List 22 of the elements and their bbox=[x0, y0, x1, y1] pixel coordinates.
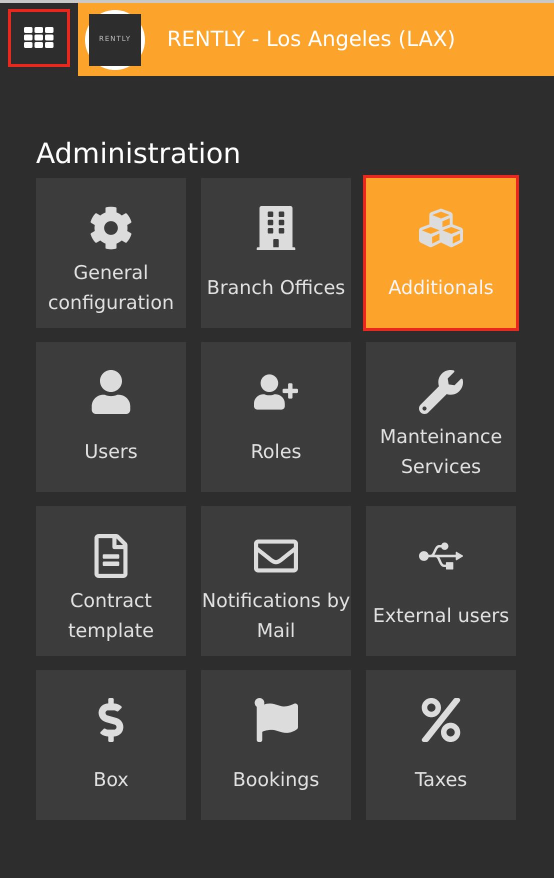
admin-tile[interactable]: Notifications by Mail bbox=[201, 506, 351, 656]
admin-tile[interactable]: General configuration bbox=[36, 178, 186, 328]
admin-tile[interactable]: Box bbox=[36, 670, 186, 820]
user-icon bbox=[89, 370, 133, 414]
section-title: Administration bbox=[36, 138, 241, 170]
admin-tile[interactable]: Branch Offices bbox=[201, 178, 351, 328]
admin-tile[interactable]: Taxes bbox=[366, 670, 516, 820]
menu-button[interactable] bbox=[8, 8, 70, 66]
admin-tile[interactable]: External users bbox=[366, 506, 516, 656]
wrench-icon bbox=[419, 370, 463, 414]
grid-icon bbox=[24, 26, 54, 48]
admin-tile[interactable]: Contract template bbox=[36, 506, 186, 656]
admin-tile[interactable]: Bookings bbox=[201, 670, 351, 820]
gear-icon bbox=[89, 206, 133, 250]
header-title: RENTLY - Los Angeles (LAX) bbox=[167, 26, 456, 53]
flag-icon bbox=[254, 698, 298, 742]
admin-tile[interactable]: Users bbox=[36, 342, 186, 492]
admin-tile[interactable]: Roles bbox=[201, 342, 351, 492]
percent-icon bbox=[419, 698, 463, 742]
cubes-icon bbox=[419, 206, 463, 250]
admin-tile[interactable]: Manteinance Services bbox=[366, 342, 516, 492]
building-icon bbox=[254, 206, 298, 250]
